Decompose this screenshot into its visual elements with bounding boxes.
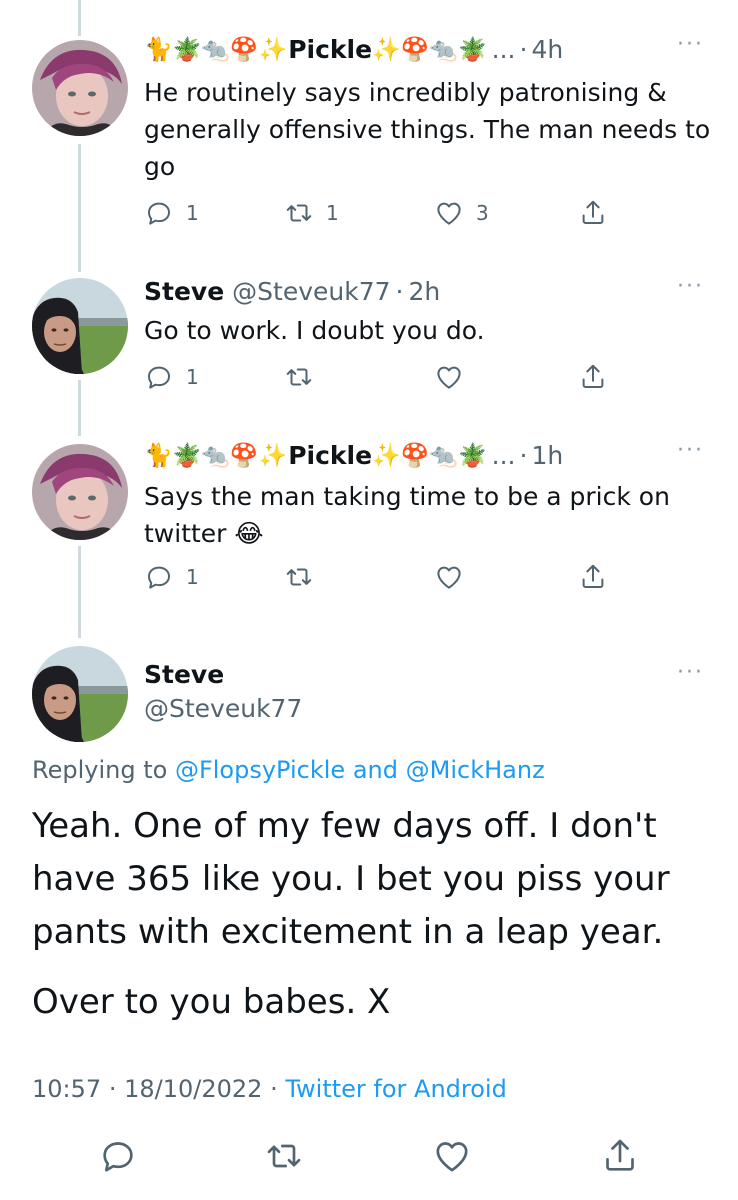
reply-button[interactable]: 1: [144, 362, 199, 392]
tweet-text-line: Says the man taking time to be a prick o…: [144, 482, 670, 511]
avatar[interactable]: [32, 278, 128, 374]
main-tweet-text-tail: Over to you babes. X: [32, 982, 391, 1022]
share-icon: [578, 562, 608, 592]
user-handle[interactable]: @Steveuk77: [232, 276, 390, 308]
avatar[interactable]: [32, 646, 128, 742]
retweet-button[interactable]: [284, 362, 326, 392]
like-icon: [434, 362, 464, 392]
truncation-ellipsis: ...: [491, 441, 516, 470]
display-name[interactable]: Pickle: [288, 34, 372, 66]
tweet-header: Steve @Steveuk77 · 2h: [144, 276, 440, 308]
main-tweet-actions: [0, 1136, 738, 1180]
tweet-text: Says the man taking time to be a prick o…: [144, 478, 714, 552]
more-icon[interactable]: ···: [677, 660, 704, 685]
more-icon[interactable]: ···: [677, 274, 704, 299]
timestamp[interactable]: 2h: [409, 276, 441, 308]
separator: ·: [519, 35, 528, 64]
thread-line: [78, 546, 81, 638]
tweet-text: Go to work. I doubt you do.: [144, 316, 485, 345]
separator: ·: [395, 277, 404, 306]
display-name[interactable]: Pickle: [288, 440, 372, 472]
main-text-line: have 365 like you. I bet you piss your: [32, 859, 670, 899]
name-emoji-suffix: ✨🍄🐀🪴: [372, 37, 487, 63]
more-icon[interactable]: ···: [677, 438, 704, 463]
replying-prefix: Replying to: [32, 756, 168, 784]
reply-icon[interactable]: [98, 1136, 138, 1176]
reply-icon: [144, 562, 174, 592]
user-handle[interactable]: @Steveuk77: [144, 694, 302, 723]
reply-icon: [144, 362, 174, 392]
like-button[interactable]: [434, 362, 476, 392]
like-icon[interactable]: [432, 1136, 472, 1176]
timestamp[interactable]: 4h: [531, 34, 563, 66]
share-button[interactable]: [578, 362, 620, 392]
mention-link[interactable]: @FlopsyPickle: [175, 756, 345, 784]
retweet-icon: [284, 362, 314, 392]
avatar[interactable]: [32, 40, 128, 136]
like-icon: [434, 562, 464, 592]
more-icon[interactable]: ···: [677, 32, 704, 57]
tweet-header: 🐈🪴🐀🍄✨ Pickle ✨🍄🐀🪴 ... · 4h: [144, 34, 563, 66]
reply-count: 1: [186, 201, 199, 225]
name-emoji-prefix: 🐈🪴🐀🍄✨: [144, 443, 288, 469]
tweet-meta: 10:57 · 18/10/2022 · Twitter for Android: [32, 1075, 507, 1103]
reply-count: 1: [186, 365, 199, 389]
tweet-actions: 1: [144, 562, 624, 596]
replying-to: Replying to @FlopsyPickle and @MickHanz: [32, 756, 545, 784]
name-emoji-suffix: ✨🍄🐀🪴: [372, 443, 487, 469]
separator: ·: [270, 1075, 278, 1103]
retweet-button[interactable]: 1: [284, 198, 339, 228]
truncation-ellipsis: ...: [491, 35, 516, 64]
like-count: 3: [476, 201, 489, 225]
tweet-actions: 1 1 3: [144, 198, 624, 232]
share-icon[interactable]: [600, 1136, 640, 1176]
retweet-icon[interactable]: [264, 1136, 304, 1176]
replying-and: and: [352, 756, 398, 784]
share-button[interactable]: [578, 562, 620, 592]
like-icon: [434, 198, 464, 228]
main-tweet-text: Yeah. One of my few days off. I don't ha…: [32, 800, 722, 959]
separator: ·: [108, 1075, 117, 1103]
tweet-actions: 1: [144, 362, 624, 396]
reply-count: 1: [186, 565, 199, 589]
reply-button[interactable]: 1: [144, 198, 199, 228]
reply-icon: [144, 198, 174, 228]
tweet-time[interactable]: 10:57: [32, 1075, 101, 1103]
share-icon: [578, 362, 608, 392]
main-text-line: pants with excitement in a leap year.: [32, 912, 664, 952]
retweet-button[interactable]: [284, 562, 326, 592]
display-name[interactable]: Steve: [144, 660, 224, 689]
share-button[interactable]: [578, 198, 620, 228]
retweet-icon: [284, 562, 314, 592]
main-text-line: Yeah. One of my few days off. I don't: [32, 806, 657, 846]
tweet-date[interactable]: 18/10/2022: [124, 1075, 262, 1103]
retweet-count: 1: [326, 201, 339, 225]
tweet-text: He routinely says incredibly patronising…: [144, 78, 711, 181]
separator: ·: [519, 441, 528, 470]
retweet-icon: [284, 198, 314, 228]
tweet-source[interactable]: Twitter for Android: [285, 1075, 506, 1103]
display-name[interactable]: Steve: [144, 276, 224, 308]
tweet-header: 🐈🪴🐀🍄✨ Pickle ✨🍄🐀🪴 ... · 1h: [144, 440, 563, 472]
like-button[interactable]: [434, 562, 476, 592]
mention-link[interactable]: @MickHanz: [406, 756, 545, 784]
name-emoji-prefix: 🐈🪴🐀🍄✨: [144, 37, 288, 63]
like-button[interactable]: 3: [434, 198, 489, 228]
timestamp[interactable]: 1h: [531, 440, 563, 472]
reply-button[interactable]: 1: [144, 562, 199, 592]
avatar[interactable]: [32, 444, 128, 540]
share-icon: [578, 198, 608, 228]
tweet-text-line: twitter 😂: [144, 519, 264, 548]
thread-line: [78, 0, 81, 36]
thread-line: [78, 380, 81, 436]
thread-line: [78, 144, 81, 272]
